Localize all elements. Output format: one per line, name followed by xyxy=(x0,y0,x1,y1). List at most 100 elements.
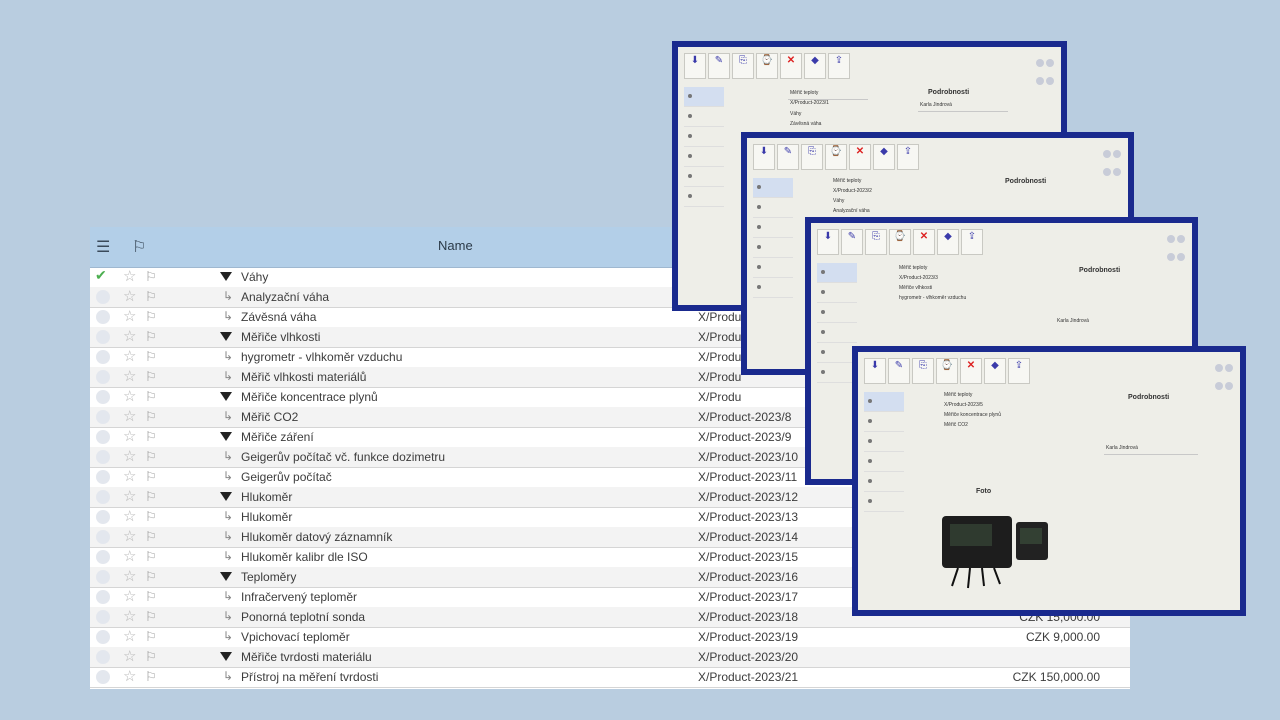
sidebar-item[interactable] xyxy=(753,238,793,258)
star-icon[interactable]: ☆ xyxy=(123,588,136,606)
star-icon[interactable]: ☆ xyxy=(123,628,136,646)
flag-icon[interactable]: ⚐ xyxy=(145,668,157,686)
name-column-header[interactable]: Name xyxy=(438,238,473,253)
tag-icon[interactable]: ◆ xyxy=(937,229,959,255)
flag-icon[interactable]: ⚐ xyxy=(145,528,157,546)
select-circle[interactable] xyxy=(96,290,110,304)
sidebar-item[interactable] xyxy=(684,107,724,127)
select-circle[interactable] xyxy=(96,450,110,464)
expand-triangle-icon[interactable] xyxy=(220,492,232,501)
sidebar-item[interactable] xyxy=(684,87,724,107)
flag-icon[interactable]: ⚐ xyxy=(145,328,157,346)
star-icon[interactable]: ☆ xyxy=(123,528,136,546)
save-icon[interactable]: ⬇ xyxy=(817,229,839,255)
star-icon[interactable]: ☆ xyxy=(123,428,136,446)
sidebar-item[interactable] xyxy=(864,492,904,512)
select-circle[interactable] xyxy=(96,430,110,444)
sidebar-item[interactable] xyxy=(864,412,904,432)
select-circle[interactable] xyxy=(96,650,110,664)
star-icon[interactable]: ☆ xyxy=(123,368,136,386)
select-circle[interactable] xyxy=(96,410,110,424)
sidebar-item[interactable] xyxy=(684,127,724,147)
edit-icon[interactable]: ✎ xyxy=(777,144,799,170)
expand-triangle-icon[interactable] xyxy=(220,572,232,581)
sidebar-item[interactable] xyxy=(817,323,857,343)
flag-icon[interactable]: ⚐ xyxy=(145,588,157,606)
star-icon[interactable]: ☆ xyxy=(123,488,136,506)
select-circle[interactable] xyxy=(96,530,110,544)
flag-icon[interactable]: ⚐ xyxy=(145,628,157,646)
sidebar-item[interactable] xyxy=(817,283,857,303)
window-controls[interactable] xyxy=(1035,55,1055,91)
delete-icon[interactable]: ✕ xyxy=(960,358,982,384)
select-circle[interactable] xyxy=(96,390,110,404)
share-icon[interactable]: ⇪ xyxy=(828,53,850,79)
flag-icon[interactable]: ⚐ xyxy=(145,568,157,586)
star-icon[interactable]: ☆ xyxy=(123,508,136,526)
flag-column-icon[interactable]: ⚐ xyxy=(132,237,146,257)
sidebar-item[interactable] xyxy=(864,392,904,412)
save-icon[interactable]: ⬇ xyxy=(684,53,706,79)
flag-icon[interactable]: ⚐ xyxy=(145,448,157,466)
select-circle[interactable] xyxy=(96,310,110,324)
sidebar-item[interactable] xyxy=(684,147,724,167)
sidebar-item[interactable] xyxy=(684,187,724,207)
star-icon[interactable]: ☆ xyxy=(123,308,136,326)
star-icon[interactable]: ☆ xyxy=(123,408,136,426)
select-circle[interactable] xyxy=(96,490,110,504)
checklist-icon[interactable]: ☰ xyxy=(96,237,110,257)
flag-icon[interactable]: ⚐ xyxy=(145,368,157,386)
copy-icon[interactable]: ⎘ xyxy=(912,358,934,384)
checkmark-icon[interactable]: ✔ xyxy=(95,267,109,283)
history-icon[interactable]: ⌚ xyxy=(825,144,847,170)
star-icon[interactable]: ☆ xyxy=(123,388,136,406)
flag-icon[interactable]: ⚐ xyxy=(145,428,157,446)
sidebar-item[interactable] xyxy=(817,263,857,283)
copy-icon[interactable]: ⎘ xyxy=(732,53,754,79)
select-circle[interactable] xyxy=(96,350,110,364)
select-circle[interactable] xyxy=(96,330,110,344)
edit-icon[interactable]: ✎ xyxy=(841,229,863,255)
sidebar-item[interactable] xyxy=(864,452,904,472)
sidebar-item[interactable] xyxy=(817,363,857,383)
sidebar-item[interactable] xyxy=(753,198,793,218)
flag-icon[interactable]: ⚐ xyxy=(145,488,157,506)
copy-icon[interactable]: ⎘ xyxy=(865,229,887,255)
star-icon[interactable]: ☆ xyxy=(123,268,136,286)
sidebar-item[interactable] xyxy=(817,303,857,323)
star-icon[interactable]: ☆ xyxy=(123,348,136,366)
select-circle[interactable] xyxy=(96,470,110,484)
table-row[interactable]: ☆ ⚐ Měřiče tvrdosti materiálu X/Product-202… xyxy=(90,647,1130,668)
star-icon[interactable]: ☆ xyxy=(123,548,136,566)
select-circle[interactable] xyxy=(96,510,110,524)
star-icon[interactable]: ☆ xyxy=(123,448,136,466)
star-icon[interactable]: ☆ xyxy=(123,668,136,686)
delete-icon[interactable]: ✕ xyxy=(913,229,935,255)
history-icon[interactable]: ⌚ xyxy=(889,229,911,255)
flag-icon[interactable]: ⚐ xyxy=(145,408,157,426)
history-icon[interactable]: ⌚ xyxy=(936,358,958,384)
star-icon[interactable]: ☆ xyxy=(123,648,136,666)
select-circle[interactable] xyxy=(96,630,110,644)
history-icon[interactable]: ⌚ xyxy=(756,53,778,79)
flag-icon[interactable]: ⚐ xyxy=(145,468,157,486)
copy-icon[interactable]: ⎘ xyxy=(801,144,823,170)
expand-triangle-icon[interactable] xyxy=(220,432,232,441)
tag-icon[interactable]: ◆ xyxy=(984,358,1006,384)
share-icon[interactable]: ⇪ xyxy=(1008,358,1030,384)
sidebar-item[interactable] xyxy=(753,218,793,238)
select-circle[interactable] xyxy=(96,670,110,684)
delete-icon[interactable]: ✕ xyxy=(849,144,871,170)
select-circle[interactable] xyxy=(96,370,110,384)
sidebar-item[interactable] xyxy=(753,258,793,278)
sidebar-item[interactable] xyxy=(753,278,793,298)
select-circle[interactable] xyxy=(96,590,110,604)
expand-triangle-icon[interactable] xyxy=(220,332,232,341)
tag-icon[interactable]: ◆ xyxy=(804,53,826,79)
share-icon[interactable]: ⇪ xyxy=(961,229,983,255)
star-icon[interactable]: ☆ xyxy=(123,288,136,306)
flag-icon[interactable]: ⚐ xyxy=(145,308,157,326)
save-icon[interactable]: ⬇ xyxy=(864,358,886,384)
window-controls[interactable] xyxy=(1214,360,1234,396)
expand-triangle-icon[interactable] xyxy=(220,272,232,281)
